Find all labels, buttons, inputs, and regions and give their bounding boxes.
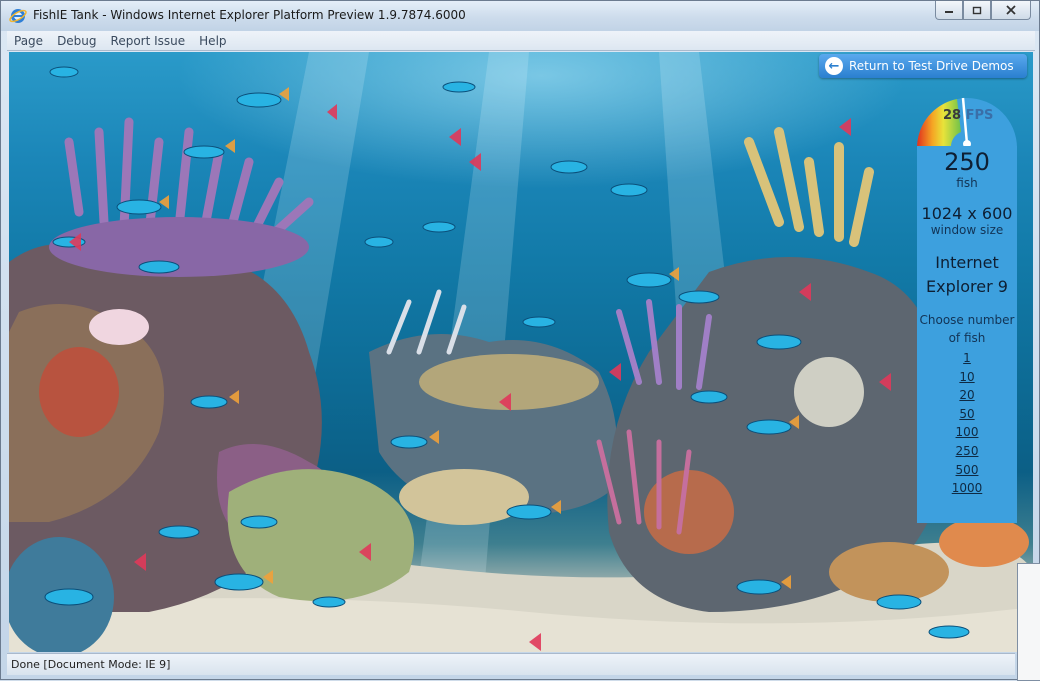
browser-name-line2: Explorer 9 [926,277,1008,296]
fps-readout: 28 FPS [943,108,993,123]
return-to-demos-label: Return to Test Drive Demos [849,59,1014,73]
return-to-demos-button[interactable]: ← Return to Test Drive Demos [819,54,1027,78]
aquarium-scene [9,52,1033,652]
status-bar: Done [Document Mode: IE 9] [7,653,1015,675]
minimize-icon [945,11,953,13]
restore-button[interactable] [963,1,991,20]
fish-count-options: 1 10 20 50 100 250 500 1000 [917,349,1017,498]
browser-window: FishIE Tank - Windows Internet Explorer … [0,0,1040,681]
background-window-edge[interactable] [1017,563,1040,681]
fish-option-100[interactable]: 100 [956,425,979,439]
title-bar[interactable]: FishIE Tank - Windows Internet Explorer … [1,1,1039,31]
fish-option-250[interactable]: 250 [956,444,979,458]
stats-panel: 28 FPS 250 fish 1024 x 600 window size I… [917,92,1017,523]
window-title: FishIE Tank - Windows Internet Explorer … [33,8,466,22]
close-icon [1006,5,1016,15]
choose-fish-label: Choose number of fish [917,311,1017,347]
fish-label: fish [956,176,978,190]
browser-name: Internet Explorer 9 [917,251,1017,299]
fps-unit: FPS [965,108,994,123]
window-size-label: window size [930,223,1004,237]
fish-option-500[interactable]: 500 [956,463,979,477]
choose-fish-line1: Choose number [919,313,1015,327]
fish-option-20[interactable]: 20 [959,388,974,402]
fish-tank-canvas[interactable]: ← Return to Test Drive Demos 28 FPS 250 … [9,52,1033,652]
fish-option-1[interactable]: 1 [963,351,971,365]
choose-fish-line2: of fish [948,331,986,345]
menu-debug[interactable]: Debug [50,34,103,48]
restore-icon [972,6,982,15]
fish-option-50[interactable]: 50 [959,407,974,421]
status-text: Done [Document Mode: IE 9] [11,658,171,671]
arrow-left-icon: ← [825,57,843,75]
close-button[interactable] [991,1,1031,20]
browser-name-line1: Internet [935,253,999,272]
ie-logo-icon [9,9,27,23]
menu-page[interactable]: Page [7,34,50,48]
menu-report-issue[interactable]: Report Issue [104,34,193,48]
window-controls [935,1,1031,21]
fish-count: 250 [944,148,990,176]
minimize-button[interactable] [935,1,963,20]
fish-option-1000[interactable]: 1000 [952,481,983,495]
stats-panel-body: 250 fish 1024 x 600 window size Internet… [917,146,1017,523]
fps-value: 28 [943,108,962,123]
menu-bar: Page Debug Report Issue Help [7,31,1035,51]
menu-help[interactable]: Help [192,34,233,48]
window-size-value: 1024 x 600 [921,204,1013,223]
fish-option-10[interactable]: 10 [959,370,974,384]
